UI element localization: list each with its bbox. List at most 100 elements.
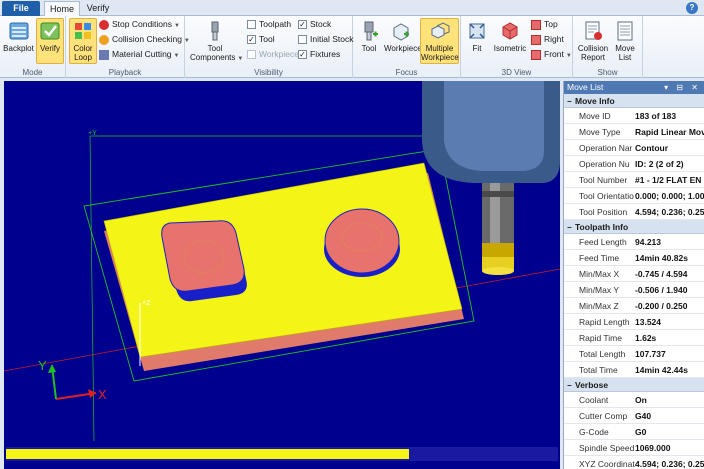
multiple-workpiece-label-1: Multiple [425, 44, 454, 53]
tab-home[interactable]: Home [44, 1, 80, 16]
property-value: -0.200 / 0.250 [635, 301, 688, 311]
property-row[interactable]: Tool Orientatio 0.000; 0.000; 1.00 [564, 188, 704, 204]
property-row[interactable]: Spindle Speed 1069.000 [564, 440, 704, 456]
property-row[interactable]: Operation Nu ID: 2 (2 of 2) [564, 156, 704, 172]
property-name: Min/Max Y [579, 285, 619, 295]
property-name: Total Length [579, 349, 626, 359]
multiple-workpiece-button[interactable]: Multiple Workpiece [420, 18, 459, 64]
property-row[interactable]: Cutter Comp G40 [564, 408, 704, 424]
move-list-label-1: Move [615, 44, 635, 53]
fixtures-label: Fixtures [310, 49, 341, 59]
panel-window-controls[interactable]: ▾ ⊟ ✕ [664, 81, 701, 94]
move-list-button[interactable]: Move List [611, 18, 639, 64]
backplot-icon [9, 22, 28, 40]
property-row[interactable]: Move ID 183 of 183 [564, 108, 704, 124]
workpiece-check-box[interactable] [247, 50, 256, 60]
property-value: G0 [635, 427, 647, 437]
isometric-button[interactable]: Isometric [491, 18, 529, 64]
stop-conditions-dropdown[interactable]: Stop Conditions ▼ [99, 18, 180, 31]
backplot-button[interactable]: Backplot [2, 18, 35, 64]
tab-file[interactable]: File [2, 1, 40, 16]
property-name: Operation Nar [579, 143, 633, 153]
toolpath-checkbox[interactable]: Toolpath [247, 18, 291, 31]
group-label-focus: Focus [395, 68, 418, 77]
property-value: 4.594; 0.236; 0.25 [635, 459, 704, 469]
property-row[interactable]: Tool Number #1 - 1/2 FLAT EN [564, 172, 704, 188]
property-row[interactable]: Feed Length 94.213 [564, 234, 704, 250]
property-value: 14min 40.82s [635, 253, 688, 263]
tool-components-icon [211, 21, 219, 41]
group-label-playback: Playback [108, 68, 142, 77]
collapse-icon[interactable]: − [567, 221, 575, 235]
property-row[interactable]: Coolant On [564, 392, 704, 408]
group-label-show: Show [597, 68, 618, 77]
property-row[interactable]: Rapid Time 1.62s [564, 330, 704, 346]
collision-checking-dropdown[interactable]: Collision Checking ▼ [99, 33, 190, 46]
tool-check-box[interactable]: ✓ [247, 35, 256, 45]
workpiece-label: Workpiece [259, 49, 299, 59]
property-name: Spindle Speed [579, 443, 635, 453]
section-toolpath-info[interactable]: − Toolpath Info [564, 220, 704, 234]
right-view-button[interactable]: Right [531, 33, 564, 46]
property-row[interactable]: G-Code G0 [564, 424, 704, 440]
collapse-icon[interactable]: − [567, 379, 575, 393]
initial-stock-checkbox[interactable]: Initial Stock [298, 33, 353, 46]
move-list-label-2: List [618, 53, 632, 62]
stock-check-box[interactable]: ✓ [298, 20, 307, 30]
property-name: Feed Length [579, 237, 627, 247]
top-view-icon [531, 19, 541, 30]
property-row[interactable]: Operation Nar Contour [564, 140, 704, 156]
property-name: Total Time [579, 365, 618, 375]
property-row[interactable]: Feed Time 14min 40.82s [564, 250, 704, 266]
property-row[interactable]: Total Length 107.737 [564, 346, 704, 362]
collapse-icon[interactable]: − [567, 95, 575, 109]
property-row[interactable]: Move Type Rapid Linear Mov [564, 124, 704, 140]
fixtures-checkbox[interactable]: ✓ Fixtures [298, 48, 340, 61]
color-loop-button[interactable]: Color Loop [69, 18, 97, 64]
property-row[interactable]: Min/Max X -0.745 / 4.594 [564, 266, 704, 282]
fit-button[interactable]: Fit [464, 18, 490, 64]
property-value: 94.213 [635, 237, 661, 247]
property-name: G-Code [579, 427, 609, 437]
property-row[interactable]: Min/Max Z -0.200 / 0.250 [564, 298, 704, 314]
property-row[interactable]: Rapid Length 13.524 [564, 314, 704, 330]
progress-fill [6, 449, 409, 459]
property-row[interactable]: XYZ Coordinat 4.594; 0.236; 0.25 [564, 456, 704, 469]
axis-z-small-label: +Z [142, 300, 151, 307]
focus-tool-button[interactable]: Tool [356, 18, 382, 64]
fixtures-check-box[interactable]: ✓ [298, 50, 307, 60]
tab-verify[interactable]: Verify [80, 1, 116, 16]
group-label-3d-view: 3D View [501, 68, 532, 77]
property-value: Contour [635, 143, 669, 153]
tool-checkbox[interactable]: ✓ Tool [247, 33, 275, 46]
fit-label: Fit [472, 44, 482, 53]
help-icon[interactable]: ? [686, 2, 698, 14]
property-name: Operation Nu [579, 159, 630, 169]
collision-report-button[interactable]: Collision Report [576, 18, 610, 64]
property-name: Tool Number [579, 175, 628, 185]
material-cutting-dropdown[interactable]: Material Cutting ▼ [99, 48, 179, 61]
property-row[interactable]: Tool Position 4.594; 0.236; 0.25 [564, 204, 704, 220]
property-row[interactable]: Total Time 14min 42.44s [564, 362, 704, 378]
property-value: 1069.000 [635, 443, 671, 453]
workpiece-checkbox[interactable]: Workpiece [247, 48, 299, 61]
axis-y-small-label: +Y [88, 130, 97, 137]
tool-components-dropdown[interactable]: Tool Components ▼ [189, 18, 243, 64]
right-view-label: Right [544, 34, 564, 44]
property-row[interactable]: Min/Max Y -0.506 / 1.940 [564, 282, 704, 298]
section-move-info[interactable]: − Move Info [564, 94, 704, 108]
front-view-dropdown[interactable]: Front ▼ [531, 48, 572, 61]
move-list-icon [617, 21, 633, 41]
top-view-button[interactable]: Top [531, 18, 558, 31]
stock-checkbox[interactable]: ✓ Stock [298, 18, 331, 31]
property-value: Rapid Linear Mov [635, 127, 704, 137]
simulation-viewport[interactable]: +Z +Y X Y [4, 81, 560, 469]
initial-stock-check-box[interactable] [298, 35, 307, 45]
section-verbose[interactable]: − Verbose [564, 378, 704, 392]
group-3d-view: Fit Isometric Top Right Front ▼ 3D View [461, 16, 573, 78]
viewport-scene: +Z +Y X Y [4, 81, 560, 461]
toolpath-check-box[interactable] [247, 20, 256, 30]
focus-workpiece-button[interactable]: Workpiece [383, 18, 422, 64]
verify-button[interactable]: Verify [36, 18, 64, 64]
group-visibility: Tool Components ▼ Toolpath ✓ Tool Workpiec… [185, 16, 353, 78]
